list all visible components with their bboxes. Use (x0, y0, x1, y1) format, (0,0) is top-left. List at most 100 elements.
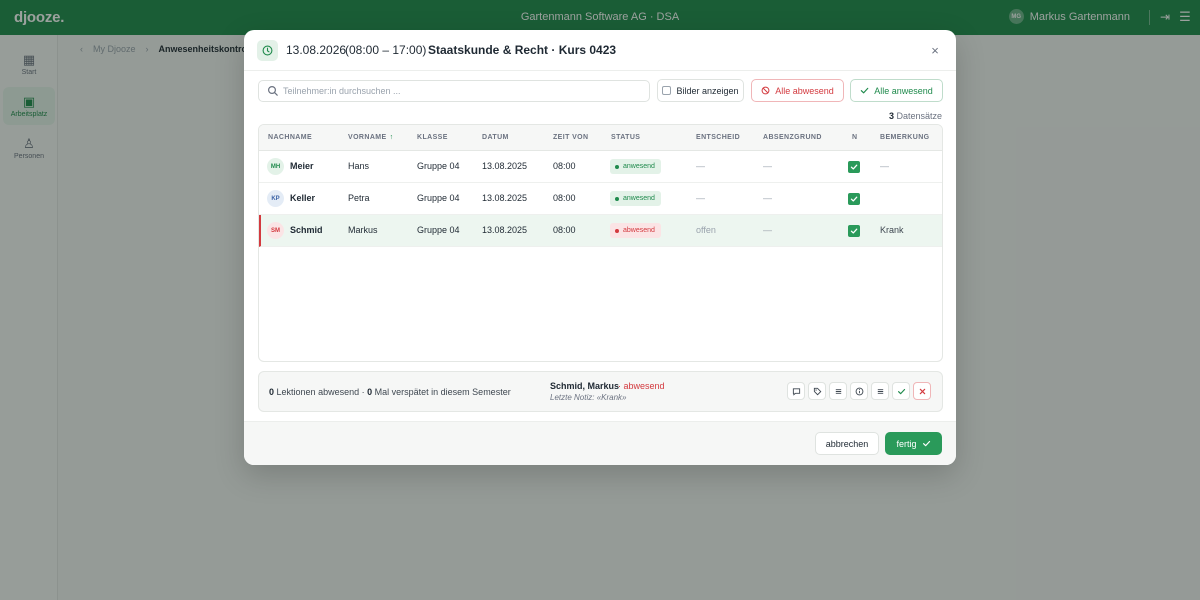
semester-stats: 0 Lektionen abwesend · 0 Mal verspätet i… (269, 387, 511, 397)
comment-icon (792, 387, 800, 396)
time-cell: 08:00 (553, 161, 576, 171)
lastname-cell: Meier (290, 161, 314, 171)
column-header-bemerkung[interactable]: Bemerkung (880, 134, 930, 141)
firstname-cell: Petra (348, 193, 370, 203)
lessons-absent-label: Lektionen abwesend · (276, 387, 365, 397)
selected-status: · abwesend (618, 381, 665, 391)
reason-cell: — (763, 225, 772, 235)
tag-icon (813, 387, 821, 395)
record-count: 3 Datensätze (889, 111, 942, 121)
column-header-label: Vorname (348, 134, 387, 141)
list-icon (835, 388, 841, 394)
date-cell: 13.08.2025 (482, 161, 528, 171)
status-label: anwesend (623, 163, 655, 170)
close-icon[interactable]: × (926, 41, 944, 59)
note-checkbox[interactable] (848, 225, 860, 237)
reason-cell: — (763, 193, 772, 203)
column-header-zeit-von[interactable]: Zeit von (553, 134, 588, 141)
reason-cell: — (763, 161, 772, 171)
search-field[interactable] (258, 80, 650, 102)
status-badge[interactable]: anwesend (610, 191, 661, 206)
last-note: Letzte Notiz: «Krank» (550, 393, 627, 402)
selection-panel: 0 Lektionen abwesend · 0 Mal verspätet i… (258, 371, 943, 412)
check-icon (922, 440, 930, 447)
column-header-n[interactable]: N (852, 134, 857, 141)
mark-absent-button[interactable] (913, 382, 931, 400)
column-header-klasse[interactable]: Klasse (417, 134, 448, 141)
selected-participant: Schmid, Markus (550, 381, 620, 391)
close-icon (919, 388, 925, 394)
tag-button[interactable] (808, 382, 826, 400)
late-label: Mal verspätet in diesem Semester (374, 387, 511, 397)
session-time: (08:00 – 17:00) (345, 43, 427, 57)
column-header-absenzgrund[interactable]: Absenzgrund (763, 134, 822, 141)
date-cell: 13.08.2025 (482, 193, 528, 203)
record-count-value: 3 (888, 111, 894, 121)
avatar: KP (267, 190, 284, 207)
table-row[interactable]: KP Keller Petra Gruppe 04 13.08.2025 08:… (259, 183, 942, 215)
time-cell: 08:00 (553, 193, 576, 203)
ban-icon (761, 86, 770, 95)
all-absent-button[interactable]: Alle abwesend (751, 79, 844, 102)
session-date: 13.08.2026 (286, 43, 347, 57)
course-title: Staatskunde & Recht · Kurs 0423 (428, 43, 617, 57)
check-icon (850, 164, 858, 170)
column-header-vorname[interactable]: Vorname ↑ (348, 134, 394, 141)
record-count-label: Datensätze (896, 111, 942, 121)
table-row[interactable]: MH Meier Hans Gruppe 04 13.08.2025 08:00… (259, 151, 942, 183)
lessons-absent-count: 0 (269, 387, 275, 397)
column-header-entscheid[interactable]: Entscheid (696, 134, 740, 141)
check-icon (860, 87, 869, 94)
checkbox[interactable] (662, 86, 672, 95)
note-checkbox[interactable] (848, 193, 860, 205)
column-header-status[interactable]: Status (611, 134, 640, 141)
details-button[interactable] (871, 382, 889, 400)
info-icon (855, 387, 863, 395)
note-checkbox[interactable] (848, 161, 860, 173)
check-icon (850, 196, 858, 202)
status-label: anwesend (623, 195, 655, 202)
status-dot (615, 164, 619, 169)
show-pictures-label: Bilder anzeigen (676, 85, 739, 96)
check-icon (850, 228, 858, 234)
modal-header: 13.08.2026 (08:00 – 17:00) · Staatskunde… (244, 30, 956, 71)
mark-present-button[interactable] (892, 382, 910, 400)
firstname-cell: Markus (348, 225, 378, 235)
comment-button[interactable] (787, 382, 805, 400)
check-icon (897, 388, 905, 394)
firstname-cell: Hans (348, 161, 370, 171)
table-header: Nachname Vorname ↑ Klasse Datum Zeit von … (259, 125, 942, 151)
attendance-modal: 13.08.2026 (08:00 – 17:00) · Staatskunde… (244, 30, 956, 465)
all-absent-label: Alle abwesend (775, 85, 834, 96)
lastname-cell: Schmid (290, 225, 323, 235)
decision-cell: — (696, 193, 705, 203)
table-row-selected[interactable]: SM Schmid Markus Gruppe 04 13.08.2025 08… (259, 215, 942, 247)
info-button[interactable] (850, 382, 868, 400)
lastname-cell: Keller (290, 193, 316, 203)
remark-cell: — (880, 161, 889, 171)
sort-ascending-icon: ↑ (389, 134, 394, 141)
list-button[interactable] (829, 382, 847, 400)
class-cell: Gruppe 04 (417, 161, 460, 171)
show-pictures-toggle[interactable]: Bilder anzeigen (657, 79, 744, 102)
clock-icon (257, 40, 278, 61)
decision-cell: offen (696, 225, 716, 235)
attendance-table: Nachname Vorname ↑ Klasse Datum Zeit von … (258, 124, 943, 362)
remark-cell: Krank (880, 225, 904, 235)
status-label: abwesend (623, 227, 655, 234)
search-input[interactable] (283, 83, 643, 99)
column-header-datum[interactable]: Datum (482, 134, 509, 141)
cancel-button[interactable]: abbrechen (815, 432, 879, 455)
avatar: SM (267, 222, 284, 239)
search-icon (267, 85, 278, 96)
done-label: fertig (896, 438, 917, 449)
all-present-button[interactable]: Alle anwesend (850, 79, 943, 102)
class-cell: Gruppe 04 (417, 225, 460, 235)
status-badge[interactable]: abwesend (610, 223, 661, 238)
all-present-label: Alle anwesend (874, 85, 933, 96)
status-dot (615, 196, 619, 201)
status-badge[interactable]: anwesend (610, 159, 661, 174)
done-button[interactable]: fertig (885, 432, 942, 455)
column-header-nachname[interactable]: Nachname (268, 134, 312, 141)
decision-cell: — (696, 161, 705, 171)
